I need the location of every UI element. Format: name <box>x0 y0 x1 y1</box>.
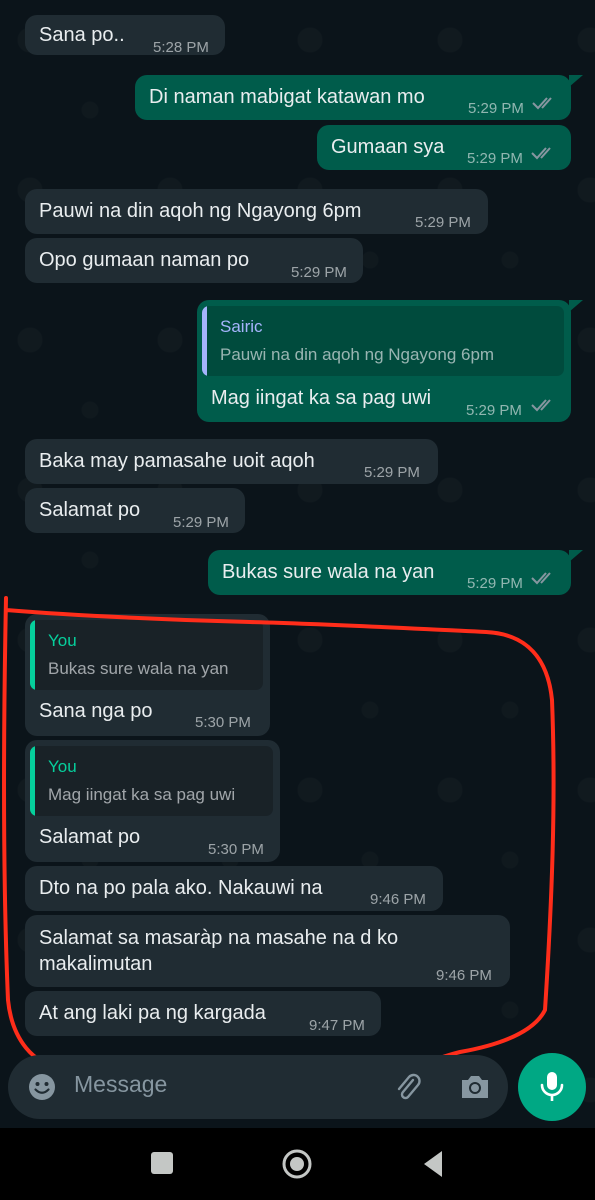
double-check-icon <box>532 95 558 111</box>
message-time: 5:30 PM <box>195 714 251 731</box>
message-incoming[interactable]: Pauwi na din aqoh ng Ngayong 6pm 5:29 PM <box>25 189 488 234</box>
bubble-tail <box>569 75 583 87</box>
message-incoming[interactable]: At ang laki pa ng kargada 9:47 PM <box>25 991 381 1036</box>
quoted-message[interactable]: Sairic Pauwi na din aqoh ng Ngayong 6pm <box>202 306 564 376</box>
message-time: 9:46 PM <box>436 967 492 984</box>
message-time: 9:47 PM <box>309 1017 365 1034</box>
bubble-tail <box>569 300 583 312</box>
message-text: Baka may pamasahe uoit aqoh <box>39 450 315 472</box>
message-time: 5:29 PM <box>467 150 523 167</box>
microphone-button[interactable] <box>518 1053 586 1121</box>
message-time: 5:30 PM <box>208 841 264 858</box>
message-time: 5:29 PM <box>364 464 420 481</box>
microphone-icon <box>540 1072 564 1101</box>
double-check-icon <box>531 570 557 586</box>
message-text: Gumaan sya <box>331 136 445 158</box>
chat-area: Sana po.. 5:28 PM Di naman mabigat kataw… <box>0 0 595 1128</box>
message-input-bar[interactable]: Message <box>8 1055 508 1119</box>
message-text-line-2: makalimutan <box>39 953 153 975</box>
bubble-tail <box>569 550 583 562</box>
quoted-message[interactable]: You Mag iingat ka sa pag uwi <box>30 746 273 816</box>
quote-bar <box>30 746 35 816</box>
message-text: Di naman mabigat katawan mo <box>149 86 425 108</box>
message-input[interactable]: Message <box>74 1071 167 1098</box>
message-time: 5:29 PM <box>291 264 347 281</box>
recent-apps-icon[interactable] <box>151 1152 173 1174</box>
message-text: At ang laki pa ng kargada <box>39 1002 266 1024</box>
quoted-message[interactable]: You Bukas sure wala na yan <box>30 620 263 690</box>
message-time: 5:29 PM <box>173 514 229 531</box>
message-incoming[interactable]: Salamat po 5:29 PM <box>25 488 245 533</box>
message-time: 5:29 PM <box>415 214 471 231</box>
back-icon[interactable] <box>420 1149 446 1179</box>
message-text: Opo gumaan naman po <box>39 249 250 271</box>
quote-bar <box>30 620 35 690</box>
camera-icon[interactable] <box>458 1071 492 1103</box>
quote-author: You <box>48 757 77 776</box>
quote-text: Mag iingat ka sa pag uwi <box>48 785 236 804</box>
message-incoming[interactable]: Dto na po pala ako. Nakauwi na 9:46 PM <box>25 866 443 911</box>
message-text: Sana po.. <box>39 24 125 46</box>
quote-author: You <box>48 631 77 650</box>
message-outgoing-reply[interactable]: Sairic Pauwi na din aqoh ng Ngayong 6pm … <box>197 300 571 422</box>
double-check-icon <box>531 145 557 161</box>
message-time: 9:46 PM <box>370 891 426 908</box>
message-incoming[interactable]: Opo gumaan naman po 5:29 PM <box>25 238 363 283</box>
message-incoming[interactable]: Salamat sa masaràp na masahe na d ko mak… <box>25 915 510 987</box>
home-icon[interactable] <box>281 1148 313 1180</box>
message-incoming[interactable]: Baka may pamasahe uoit aqoh 5:29 PM <box>25 439 438 484</box>
double-check-icon <box>531 397 557 413</box>
message-outgoing[interactable]: Bukas sure wala na yan 5:29 PM <box>208 550 571 595</box>
message-time: 5:28 PM <box>153 39 209 56</box>
quote-bar <box>202 306 207 376</box>
quote-author: Sairic <box>220 317 263 336</box>
message-time: 5:29 PM <box>466 402 522 419</box>
message-text: Salamat po <box>39 499 141 521</box>
message-incoming[interactable]: Sana po.. 5:28 PM <box>25 15 225 56</box>
quote-text: Bukas sure wala na yan <box>48 659 229 678</box>
message-text: Sana nga po <box>39 700 153 722</box>
message-text: Pauwi na din aqoh ng Ngayong 6pm <box>39 200 362 222</box>
message-time: 5:29 PM <box>467 575 523 592</box>
message-time: 5:29 PM <box>468 100 524 117</box>
message-text: Mag iingat ka sa pag uwi <box>211 387 432 409</box>
message-text-line-1: Salamat sa masaràp na masahe na d ko <box>39 927 399 949</box>
quote-text: Pauwi na din aqoh ng Ngayong 6pm <box>220 345 495 364</box>
message-incoming-reply[interactable]: You Mag iingat ka sa pag uwi Salamat po … <box>25 740 280 862</box>
message-outgoing[interactable]: Gumaan sya 5:29 PM <box>317 125 571 170</box>
message-text: Salamat po <box>39 826 141 848</box>
emoji-icon[interactable] <box>26 1071 58 1103</box>
paperclip-icon[interactable] <box>392 1071 424 1103</box>
message-outgoing[interactable]: Di naman mabigat katawan mo 5:29 PM <box>135 75 571 120</box>
message-text: Dto na po pala ako. Nakauwi na <box>39 877 323 899</box>
message-text: Bukas sure wala na yan <box>222 561 435 583</box>
message-incoming-reply[interactable]: You Bukas sure wala na yan Sana nga po 5… <box>25 614 270 736</box>
